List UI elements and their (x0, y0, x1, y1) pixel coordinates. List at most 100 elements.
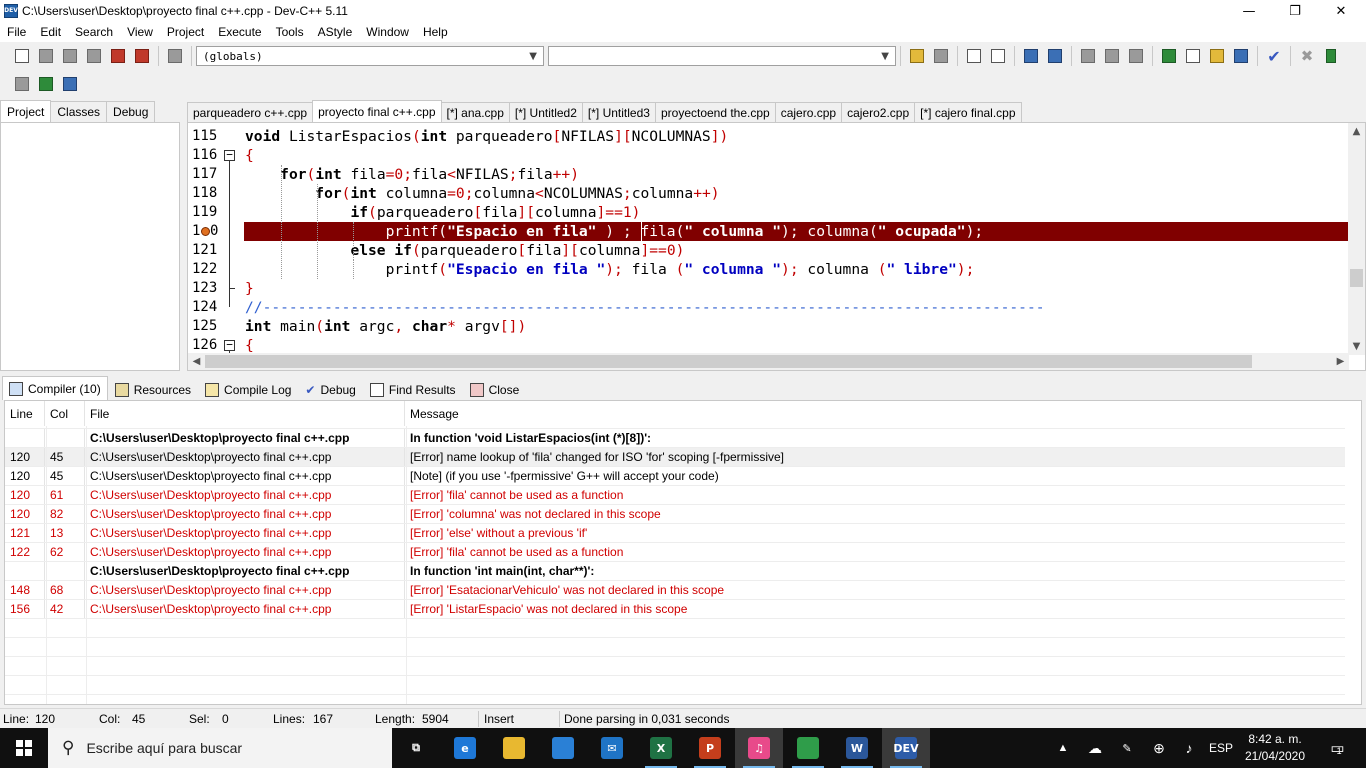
code-line[interactable]: for(int columna=0;columna<NCOLUMNAS;colu… (244, 184, 1349, 203)
taskbar-app[interactable]: W (833, 728, 881, 768)
editor-tab[interactable]: proyecto final c++.cpp (312, 100, 442, 122)
taskbar-app[interactable] (490, 728, 538, 768)
editor-horizontal-scrollbar[interactable]: ◀ ▶ (188, 353, 1349, 370)
taskbar-app[interactable]: ⧉ (392, 728, 440, 768)
editor-tab[interactable]: [*] Untitled2 (508, 102, 583, 122)
scope-select[interactable]: (globals) ▼ (196, 46, 544, 66)
undo-button[interactable] (907, 46, 927, 66)
close-button[interactable]: ✕ (1318, 0, 1364, 22)
message-row[interactable]: 121 13 C:\Users\user\Desktop\proyecto fina… (5, 523, 1345, 542)
symbol-select[interactable]: ▼ (548, 46, 896, 66)
new-project-button[interactable] (12, 74, 32, 94)
indent-button[interactable] (1078, 46, 1098, 66)
editor-vertical-scrollbar[interactable]: ▲ ▼ (1348, 123, 1365, 355)
toggle-comment-button[interactable] (1126, 46, 1146, 66)
print-button[interactable] (165, 46, 185, 66)
taskbar-app[interactable]: DEV (882, 728, 930, 768)
menu-astyle[interactable]: AStyle (311, 25, 360, 39)
message-row[interactable]: 120 61 C:\Users\user\Desktop\proyecto fina… (5, 485, 1345, 504)
scroll-thumb[interactable] (205, 355, 1252, 368)
scroll-up-icon[interactable]: ▲ (1348, 123, 1365, 140)
code-line[interactable]: printf("Espacio en fila "); fila (" colu… (244, 260, 1349, 279)
menu-file[interactable]: File (0, 25, 33, 39)
message-row[interactable]: 148 68 C:\Users\user\Desktop\proyecto fina… (5, 580, 1345, 599)
column-header-message[interactable]: Message (405, 401, 1345, 426)
compile-button[interactable] (1159, 46, 1179, 66)
tab-debug-output[interactable]: ✔ Debug (298, 378, 362, 400)
code-line[interactable]: for(int fila=0;fila<NFILAS;fila++) (244, 165, 1349, 184)
editor-tab[interactable]: parqueadero c++.cpp (187, 102, 314, 122)
menu-edit[interactable]: Edit (33, 25, 68, 39)
code-area[interactable]: void ListarEspacios(int parqueadero[NFIL… (244, 123, 1349, 355)
tab-classes[interactable]: Classes (50, 101, 108, 122)
compiler-messages[interactable]: Line Col File Message C:\Users\user\Desk… (4, 400, 1362, 705)
profile-button[interactable] (1321, 46, 1341, 66)
column-header-line[interactable]: Line (5, 401, 45, 426)
editor-tab[interactable]: [*] Untitled3 (581, 102, 656, 122)
menu-project[interactable]: Project (160, 25, 211, 39)
close-all-button[interactable] (132, 46, 152, 66)
code-editor[interactable]: 115 116−117 118 119 1 0 121 122 123 124 125 126− vo… (187, 122, 1366, 371)
taskbar-app[interactable]: X (637, 728, 685, 768)
network-icon[interactable]: ⊕ (1146, 728, 1172, 768)
taskbar-app[interactable]: P (686, 728, 734, 768)
column-header-file[interactable]: File (85, 401, 405, 426)
editor-tab[interactable]: proyectoend the.cpp (654, 102, 776, 122)
scroll-thumb[interactable] (1350, 269, 1363, 287)
find-button[interactable] (964, 46, 984, 66)
save-all-button[interactable] (84, 46, 104, 66)
tab-find-results[interactable]: Find Results (363, 378, 463, 400)
tab-project[interactable]: Project (0, 100, 52, 122)
code-line[interactable]: void ListarEspacios(int parqueadero[NFIL… (244, 127, 1349, 146)
taskbar-app[interactable]: e (441, 728, 489, 768)
goto-function-button[interactable] (1045, 46, 1065, 66)
message-row[interactable]: 120 82 C:\Users\user\Desktop\proyecto fina… (5, 504, 1345, 523)
editor-tab[interactable]: cajero2.cpp (841, 102, 916, 122)
code-line[interactable]: } (244, 279, 1349, 298)
taskbar-app[interactable]: ♫ (735, 728, 783, 768)
message-row[interactable]: C:\Users\user\Desktop\proyecto final c++… (5, 561, 1345, 580)
tab-close[interactable]: Close (463, 378, 527, 400)
tab-resources[interactable]: Resources (108, 378, 198, 400)
save-button[interactable] (60, 46, 80, 66)
error-code-line[interactable]: printf("Espacio en fila" ) ; fila(" colu… (244, 222, 1349, 241)
compile-run-button[interactable] (1207, 46, 1227, 66)
clock[interactable]: 8:42 a. m. 21/04/2020 (1240, 731, 1310, 765)
tab-compile-log[interactable]: Compile Log (198, 378, 298, 400)
unindent-button[interactable] (1102, 46, 1122, 66)
message-row[interactable]: 120 45 C:\Users\user\Desktop\proyecto fina… (5, 466, 1345, 485)
menu-help[interactable]: Help (416, 25, 455, 39)
syntax-check-button[interactable]: ✔ (1264, 46, 1284, 66)
scroll-down-icon[interactable]: ▼ (1348, 338, 1365, 355)
code-line[interactable]: //--------------------------------------… (244, 298, 1349, 317)
code-line[interactable]: if(parqueadero[fila][columna]==1) (244, 203, 1349, 222)
message-row[interactable]: 122 62 C:\Users\user\Desktop\proyecto fina… (5, 542, 1345, 561)
language-indicator[interactable]: ESP (1206, 728, 1236, 768)
tab-debug[interactable]: Debug (106, 101, 156, 122)
message-row[interactable]: 156 42 C:\Users\user\Desktop\proyecto fina… (5, 599, 1345, 618)
menu-view[interactable]: View (120, 25, 160, 39)
editor-tab[interactable]: cajero.cpp (774, 102, 843, 122)
action-center-button[interactable]: ▭ 1 (1318, 728, 1354, 768)
add-to-project-button[interactable] (36, 74, 56, 94)
input-method-icon[interactable]: ✎ (1114, 728, 1140, 768)
new-file-button[interactable] (12, 46, 32, 66)
onedrive-cloud-icon[interactable]: ☁ (1082, 728, 1108, 768)
run-button[interactable] (1183, 46, 1203, 66)
devcpp-app-icon[interactable]: DEV (4, 4, 18, 18)
tab-compiler[interactable]: Compiler (10) (2, 376, 108, 400)
fold-collapse-icon[interactable]: − (224, 149, 235, 161)
code-line[interactable]: { (244, 146, 1349, 165)
scroll-right-icon[interactable]: ▶ (1332, 353, 1349, 370)
menu-execute[interactable]: Execute (211, 25, 268, 39)
redo-button[interactable] (931, 46, 951, 66)
code-line[interactable]: else if(parqueadero[fila][columna]==0) (244, 241, 1349, 260)
rebuild-all-button[interactable] (1231, 46, 1251, 66)
taskbar-app[interactable] (539, 728, 587, 768)
menu-tools[interactable]: Tools (269, 25, 311, 39)
project-browser[interactable] (0, 122, 180, 371)
start-button[interactable] (0, 728, 48, 768)
show-hidden-icons-chevron-icon[interactable]: ▲ (1052, 728, 1074, 768)
menu-window[interactable]: Window (359, 25, 416, 39)
taskbar-app[interactable]: ✉ (588, 728, 636, 768)
